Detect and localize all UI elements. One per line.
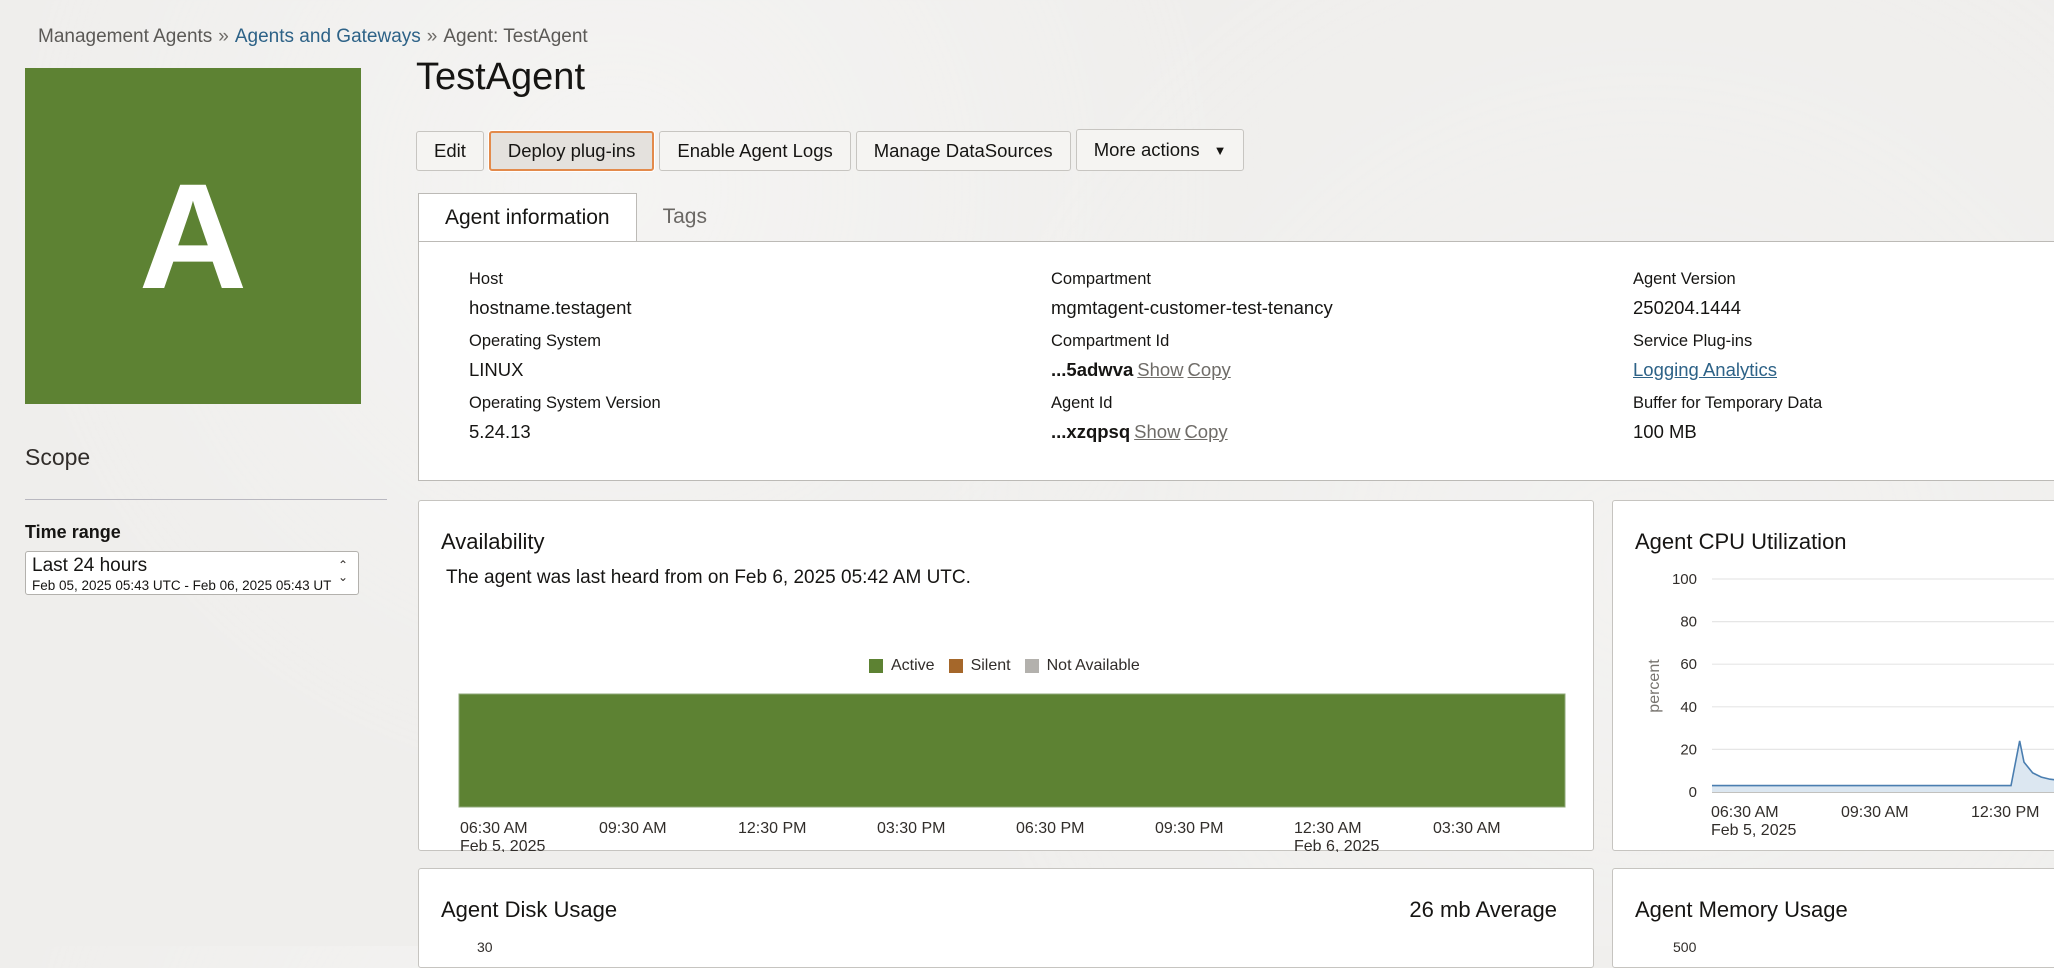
agent-version-value: 250204.1444 (1633, 297, 1822, 332)
chevron-up-down-icon: ⌃⌄ (338, 559, 348, 583)
service-plugins-row: Logging Analytics (1633, 359, 1822, 394)
compartment-label: Compartment (1051, 270, 1333, 291)
enable-agent-logs-button[interactable]: Enable Agent Logs (659, 131, 850, 171)
host-label: Host (469, 270, 661, 291)
x-tick-label: 06:30 AM (1711, 804, 1779, 821)
memory-title: Agent Memory Usage (1635, 897, 1848, 923)
y-tick-label: 100 (1672, 571, 1697, 588)
compartment-id-show-link[interactable]: Show (1137, 359, 1183, 380)
agent-id-value: ...xzqpsq (1051, 421, 1130, 442)
x-tick-label: 03:30 PM (877, 820, 945, 837)
availability-panel: Availability The agent was last heard fr… (418, 500, 1594, 851)
y-tick-label: 20 (1680, 741, 1697, 758)
caret-down-icon: ▼ (1214, 143, 1227, 158)
memory-usage-panel: Agent Memory Usage 500 (1612, 868, 2054, 968)
buffer-label: Buffer for Temporary Data (1633, 394, 1822, 415)
time-range-selected: Last 24 hours (32, 555, 147, 577)
x-tick-label: 03:30 AM (1433, 820, 1501, 837)
agent-avatar: A (25, 68, 361, 404)
host-value: hostname.testagent (469, 297, 661, 332)
y-axis-label: percent (1646, 659, 1663, 713)
time-range-label: Time range (25, 522, 121, 543)
os-value: LINUX (469, 359, 661, 394)
agent-id-label: Agent Id (1051, 394, 1333, 415)
agent-id-copy-link[interactable]: Copy (1184, 421, 1227, 442)
compartment-id-value: ...5adwva (1051, 359, 1133, 380)
x-tick-label: 12:30 PM (738, 820, 806, 837)
memory-y-tick: 500 (1673, 939, 1696, 955)
manage-datasources-button[interactable]: Manage DataSources (856, 131, 1071, 171)
info-column-3: Agent Version 250204.1444 Service Plug-i… (1633, 270, 1822, 456)
logging-analytics-link[interactable]: Logging Analytics (1633, 359, 1777, 380)
x-tick-date: Feb 5, 2025 (1711, 822, 1797, 839)
compartment-id-copy-link[interactable]: Copy (1188, 359, 1231, 380)
scope-heading: Scope (25, 444, 90, 471)
x-tick-label: 09:30 AM (599, 820, 667, 837)
os-version-value: 5.24.13 (469, 421, 661, 456)
info-column-1: Host hostname.testagent Operating System… (469, 270, 661, 456)
agent-id-row: ...xzqpsqShowCopy (1051, 421, 1333, 456)
tab-agent-information[interactable]: Agent information (418, 193, 637, 241)
deploy-plugins-button[interactable]: Deploy plug-ins (489, 131, 655, 171)
agent-id-show-link[interactable]: Show (1134, 421, 1180, 442)
info-column-2: Compartment mgmtagent-customer-test-tena… (1051, 270, 1333, 456)
y-tick-label: 80 (1680, 614, 1697, 631)
cpu-line[interactable] (1712, 741, 2054, 786)
x-tick-date: Feb 5, 2025 (460, 838, 546, 852)
more-actions-button[interactable]: More actions ▼ (1076, 129, 1245, 171)
cpu-utilization-chart: 0 20 40 60 80 100 percent 06:30 AMFeb 5, 2025 09… (1613, 501, 2054, 852)
compartment-id-label: Compartment Id (1051, 332, 1333, 353)
x-tick-date: Feb 6, 2025 (1294, 838, 1380, 852)
compartment-id-row: ...5adwvaShowCopy (1051, 359, 1333, 394)
x-tick-label: 12:30 AM (1294, 820, 1362, 837)
disk-usage-panel: Agent Disk Usage 26 mb Average 30 (418, 868, 1594, 968)
more-actions-label: More actions (1094, 139, 1200, 161)
edit-button[interactable]: Edit (416, 131, 484, 171)
service-plugins-label: Service Plug-ins (1633, 332, 1822, 353)
buffer-value: 100 MB (1633, 421, 1822, 456)
x-tick-label: 09:30 PM (1155, 820, 1223, 837)
availability-chart: 06:30 AMFeb 5, 2025 09:30 AM 12:30 PM 03:30… (419, 501, 1595, 852)
time-range-select[interactable]: Last 24 hours Feb 05, 2025 05:43 UTC - F… (25, 551, 359, 595)
agent-information-panel: Host hostname.testagent Operating System… (418, 241, 2054, 481)
breadcrumb-current: Agent: TestAgent (443, 26, 587, 47)
x-tick-label: 06:30 AM (460, 820, 528, 837)
avatar-letter: A (139, 161, 247, 311)
breadcrumb-separator: » (427, 26, 438, 47)
action-toolbar: Edit Deploy plug-ins Enable Agent Logs M… (416, 131, 1244, 171)
time-range-detail: Feb 05, 2025 05:43 UTC - Feb 06, 2025 05… (32, 578, 332, 593)
y-tick-label: 40 (1680, 699, 1697, 716)
x-tick-label: 06:30 PM (1016, 820, 1084, 837)
breadcrumb-separator: » (218, 26, 229, 47)
breadcrumb-root[interactable]: Management Agents (38, 26, 212, 47)
availability-segment-active[interactable] (459, 694, 1565, 807)
page-title: TestAgent (416, 56, 585, 99)
disk-title: Agent Disk Usage (441, 897, 617, 923)
tab-bar: Agent information Tags (418, 193, 733, 241)
os-label: Operating System (469, 332, 661, 353)
breadcrumb: Management Agents»Agents and Gateways»Ag… (38, 26, 588, 48)
cpu-area (1712, 741, 2054, 792)
tab-tags[interactable]: Tags (637, 193, 733, 241)
y-tick-label: 0 (1689, 784, 1697, 801)
cpu-utilization-panel: Agent CPU Utilization 020406080100percen… (1612, 500, 2054, 851)
disk-y-tick: 30 (477, 939, 493, 955)
scope-divider (25, 499, 387, 500)
y-tick-label: 60 (1680, 656, 1697, 673)
breadcrumb-agents-and-gateways[interactable]: Agents and Gateways (235, 26, 421, 47)
os-version-label: Operating System Version (469, 394, 661, 415)
compartment-value: mgmtagent-customer-test-tenancy (1051, 297, 1333, 332)
x-tick-label: 12:30 PM (1971, 804, 2039, 821)
disk-average: 26 mb Average (1409, 897, 1557, 923)
x-tick-label: 09:30 AM (1841, 804, 1909, 821)
agent-version-label: Agent Version (1633, 270, 1822, 291)
